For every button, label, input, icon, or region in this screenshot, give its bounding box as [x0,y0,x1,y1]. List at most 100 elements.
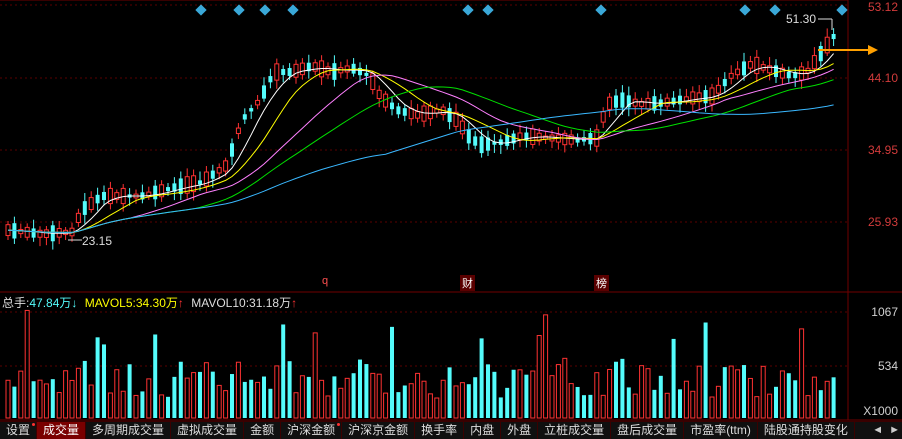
volume-bar [146,378,152,419]
volume-bar [281,324,286,418]
volume-bar [249,379,254,418]
volume-bar [690,390,696,419]
tab-label: 内盘 [470,423,495,437]
volume-bar [210,371,215,418]
event-label[interactable]: 榜 [594,275,609,291]
volume-bar [440,379,446,419]
volume-bar [37,379,43,419]
total-volume-arrow: ↓ [71,296,78,310]
scroll-right-icon[interactable]: ► [889,422,900,439]
candle-body [722,78,727,87]
mavol10-arrow: ↑ [291,296,298,310]
volume-bar [722,367,727,418]
volume-bar [626,387,631,418]
volume-bar [600,394,606,419]
candle-body [210,170,215,179]
tab-inner-volume[interactable]: 内盘 [464,422,502,439]
volume-bar [287,361,292,418]
volume-bar [735,369,741,419]
volume-bar [351,373,356,418]
candle-body [390,102,394,110]
volume-bar [498,397,503,418]
tab-label: 盘后成交量 [617,423,678,437]
tab-pile-volume[interactable]: 立桩成交量 [538,422,612,439]
candle-body [82,201,87,215]
candle-body [831,33,836,40]
tab-hs-amount[interactable]: 沪深金额 [281,422,343,439]
candle-body [530,128,536,145]
volume-bar [664,392,670,419]
volume-bar [223,390,229,419]
candle-body [376,89,382,99]
candle-body [473,136,478,146]
tab-label: 外盘 [507,423,532,437]
tab-volume[interactable]: 成交量 [37,422,87,439]
candle-body [671,97,676,105]
volume-bar [268,388,273,418]
volume-bar [747,377,753,419]
candle-body [230,143,234,157]
candle-body [620,92,625,108]
event-label[interactable]: 财 [460,275,475,291]
candle-body [709,87,715,105]
tab-virtual-volume[interactable]: 虚拟成交量 [171,422,245,439]
candle-body [754,56,760,75]
total-volume-value: 47.84万 [29,296,72,310]
candle-body [427,105,433,120]
stock-kline-chart[interactable] [0,0,902,438]
volume-bar [671,338,676,418]
tab-outer-volume[interactable]: 外盘 [501,422,539,439]
volume-bar [524,374,529,418]
volume-bar [88,384,94,419]
scroll-left-icon[interactable]: ◄ [872,422,883,439]
tab-pe-ttm[interactable]: 市盈率(ttm) [684,422,758,439]
candle-body [262,85,266,99]
volume-bar [831,377,836,418]
volume-bar [358,359,362,418]
volume-bar [402,385,407,418]
candle-body [351,63,356,74]
candle-body [18,229,24,235]
candle-body [735,68,741,76]
volume-bar [434,397,440,419]
volume-bar [376,373,382,419]
volume-bar [172,376,177,418]
tab-hsj-amount[interactable]: 沪深京金额 [342,422,416,439]
volume-bar [370,372,376,419]
volume-bar [575,386,580,418]
volume-bar [31,381,36,418]
candle-body [223,160,229,172]
volume-bar [235,361,241,419]
volume-bar [427,393,433,419]
tab-amount[interactable]: 金额 [244,422,282,439]
tab-multi-period-volume[interactable]: 多周期成交量 [86,422,172,439]
tab-label: 沪深金额 [287,423,336,437]
tab-after-hours-volume[interactable]: 盘后成交量 [611,422,685,439]
candle-body [498,139,503,145]
volume-bar [459,382,465,419]
candle-body [24,226,30,238]
volume-bar [242,381,247,418]
volume-bar [332,376,337,418]
tab-settings[interactable]: 设置 [0,422,38,439]
volume-bar [447,367,452,418]
volume-bar [383,392,389,419]
volume-bar [582,395,586,418]
volume-bar [703,322,708,418]
volume-bar [24,309,30,419]
candle-body [274,63,280,81]
volume-bar [678,389,682,418]
volume-bar [549,375,555,419]
volume-bar [293,392,299,419]
event-label[interactable]: q [320,275,330,287]
volume-bar [742,365,746,418]
tab-label: 陆股通持股变化 [763,423,848,437]
candle-body [242,114,247,120]
tab-northbound-holding[interactable]: 陆股通持股变化 [758,422,855,439]
tab-turnover-rate[interactable]: 换手率 [415,422,465,439]
volume-bar [614,361,618,418]
moving-average-lines [7,53,834,234]
tab-label: 金额 [250,423,275,437]
candle-body [249,108,254,112]
tab-label: 沪深京金额 [348,423,409,437]
